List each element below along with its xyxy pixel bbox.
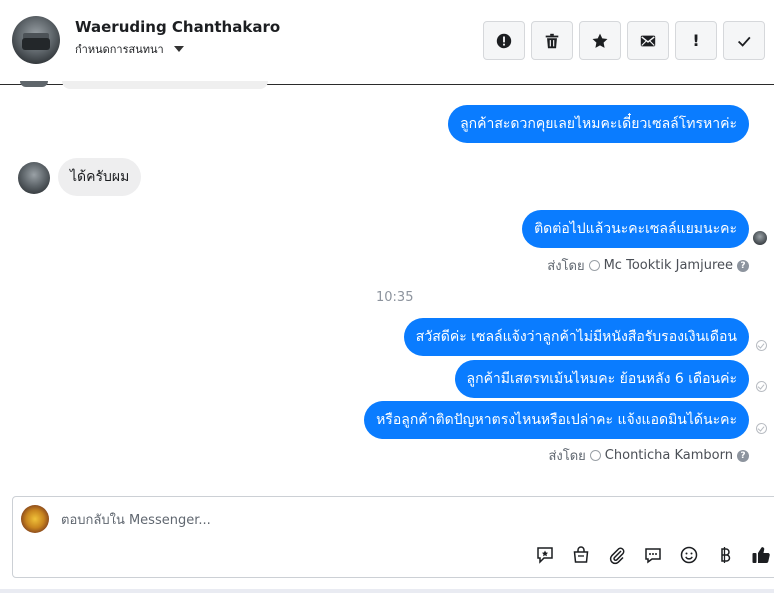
saved-reply-button[interactable] <box>533 543 556 566</box>
payment-button[interactable] <box>713 543 736 566</box>
sent-by-name[interactable]: Chonticha Kamborn <box>605 448 733 463</box>
exclamation-icon: ! <box>692 31 700 50</box>
delete-button[interactable] <box>531 21 573 60</box>
sent-check-icon <box>756 340 767 351</box>
sent-by-label: ส่งโดย Chonticha Kamborn ? <box>548 445 749 466</box>
like-button[interactable] <box>749 543 772 566</box>
help-icon[interactable]: ? <box>737 259 749 272</box>
page-avatar <box>21 505 49 533</box>
trash-icon <box>545 33 559 48</box>
conversation-header: Waeruding Chanthakaro กำหนดการสนทนา ! <box>0 0 774 85</box>
conversation-dropdown[interactable]: กำหนดการสนทนา <box>75 40 184 58</box>
outgoing-message[interactable]: ลูกค้าสะดวกคุยเลยไหมคะเดี๋ยวเซลล์โทรหาค่… <box>448 105 749 143</box>
message-list[interactable]: ลูกค้าสะดวกคุยเลยไหมคะเดี๋ยวเซลล์โทรหาค่… <box>0 81 774 485</box>
verified-icon <box>589 450 601 461</box>
bottom-divider <box>0 589 774 593</box>
contact-avatar[interactable] <box>12 16 60 64</box>
sent-by-name[interactable]: Mc Tooktik Jamjuree <box>604 258 733 273</box>
message-timestamp: 10:35 <box>376 290 414 305</box>
mark-done-button[interactable] <box>723 21 765 60</box>
contact-avatar-partial <box>20 81 48 87</box>
emoji-icon <box>680 546 697 563</box>
sent-by-prefix: ส่งโดย <box>547 259 585 274</box>
sent-check-icon <box>756 381 767 392</box>
sent-by-prefix: ส่งโดย <box>548 449 586 464</box>
chat-button[interactable] <box>641 543 664 566</box>
report-button[interactable] <box>483 21 525 60</box>
sent-by-label: ส่งโดย Mc Tooktik Jamjuree ? <box>547 255 749 276</box>
alert-circle-icon <box>496 33 512 48</box>
follow-up-button[interactable]: ! <box>675 21 717 60</box>
contact-avatar-small[interactable] <box>18 162 50 194</box>
caret-down-icon <box>173 46 184 52</box>
star-icon <box>592 33 608 48</box>
composer-toolbar <box>533 543 772 566</box>
verified-icon <box>588 260 600 271</box>
outgoing-message[interactable]: หรือลูกค้าติดปัญหาตรงไหนหรือเปล่าคะ แจ้ง… <box>364 401 749 439</box>
attach-button[interactable] <box>605 543 628 566</box>
reply-input[interactable] <box>61 511 661 529</box>
contact-name[interactable]: Waeruding Chanthakaro <box>75 18 280 36</box>
message-bubble-partial <box>62 81 268 89</box>
emoji-button[interactable] <box>677 543 700 566</box>
saved-reply-icon <box>536 546 553 564</box>
reply-composer <box>12 496 774 578</box>
conversation-dropdown-label: กำหนดการสนทนา <box>75 43 164 56</box>
outgoing-message[interactable]: ลูกค้ามีเสตรทเม้นไหมคะ ย้อนหลัง 6 เดือนค… <box>454 360 749 398</box>
outgoing-message[interactable]: สวัสดีค่ะ เซลล์แจ้งว่าลูกค้าไม่มีหนังสือ… <box>403 318 749 356</box>
seen-avatar <box>753 231 767 245</box>
mark-unread-button[interactable] <box>627 21 669 60</box>
baht-payment-icon <box>720 546 730 563</box>
outgoing-message[interactable]: ติดต่อไปแล้วนะคะเซลล์แยมนะคะ <box>522 210 749 248</box>
attachment-icon <box>609 547 624 564</box>
incoming-message[interactable]: ได้ครับผม <box>58 158 142 196</box>
chat-bubble-icon <box>644 547 661 563</box>
envelope-icon <box>640 35 656 46</box>
shop-bag-icon <box>573 545 588 563</box>
check-icon <box>737 36 751 47</box>
shop-button[interactable] <box>569 543 592 566</box>
star-button[interactable] <box>579 21 621 60</box>
help-icon[interactable]: ? <box>737 449 749 462</box>
sent-check-icon <box>756 423 767 434</box>
thumbs-up-icon <box>752 546 770 563</box>
